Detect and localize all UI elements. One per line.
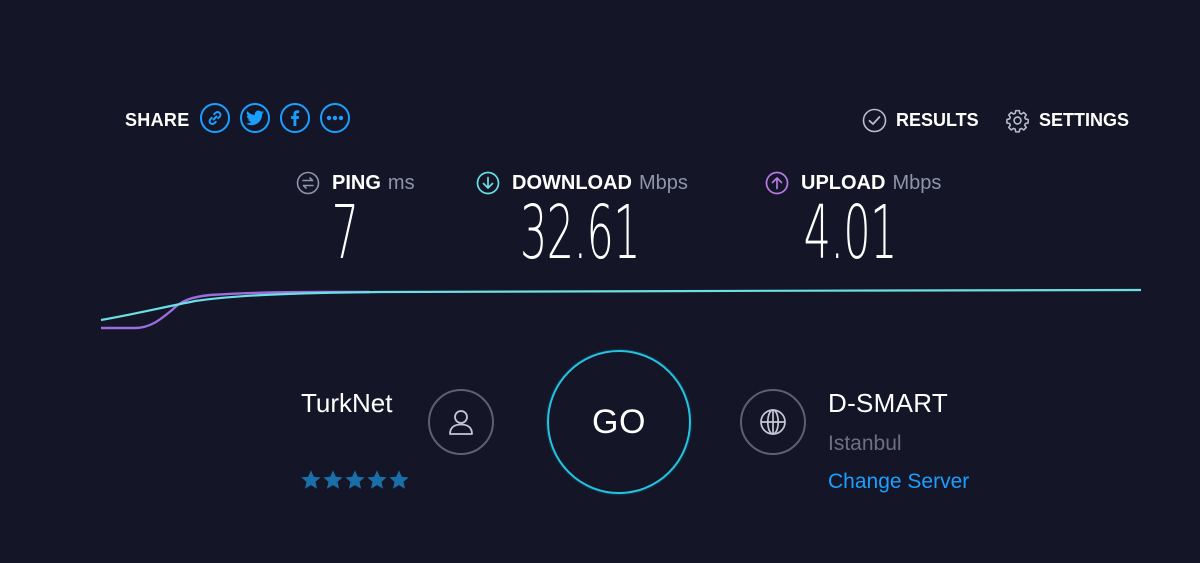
share-facebook-button[interactable]: [280, 103, 310, 133]
upload-value: 4.01: [803, 190, 898, 276]
user-icon: [449, 410, 473, 435]
results-label: RESULTS: [896, 109, 979, 130]
twitter-icon: [246, 110, 264, 126]
download-unit: Mbps: [638, 171, 688, 194]
isp-rating: [300, 469, 410, 491]
share-link-button[interactable]: [200, 103, 230, 133]
server-name: D-SMART: [828, 388, 949, 418]
go-button[interactable]: GO: [547, 350, 691, 494]
star-icon: [323, 470, 343, 489]
star-icon: [367, 470, 387, 489]
star-icon: [345, 470, 365, 489]
upload-unit: Mbps: [892, 171, 942, 194]
isp-name: TurkNet: [301, 388, 393, 418]
results-button[interactable]: RESULTS: [862, 106, 979, 134]
gear-icon: [1006, 109, 1029, 133]
speed-graph: [100, 288, 1142, 330]
ping-icon: [296, 171, 320, 195]
link-icon: [208, 110, 222, 126]
check-circle-icon: [862, 108, 887, 132]
share-label: SHARE: [125, 110, 190, 130]
download-arrow-icon: [476, 171, 500, 195]
upload-arrow-icon: [765, 171, 789, 195]
star-icon: [301, 470, 321, 489]
download-speed-line: [100, 288, 1142, 322]
server-location: Istanbul: [828, 432, 902, 455]
star-icon: [389, 470, 409, 489]
download-value: 32.61: [520, 190, 641, 276]
change-server-link[interactable]: Change Server: [828, 470, 969, 494]
settings-label: SETTINGS: [1039, 109, 1130, 130]
isp-avatar: [428, 389, 494, 455]
ping-unit: ms: [387, 171, 415, 194]
share-more-button[interactable]: [320, 103, 350, 133]
share-twitter-button[interactable]: [240, 103, 270, 133]
settings-button[interactable]: SETTINGS: [1005, 106, 1129, 134]
globe-icon: [760, 409, 786, 435]
server-avatar: [740, 389, 806, 455]
facebook-icon: [291, 110, 300, 126]
more-icon: [326, 115, 344, 121]
ping-value: 7: [331, 190, 359, 276]
